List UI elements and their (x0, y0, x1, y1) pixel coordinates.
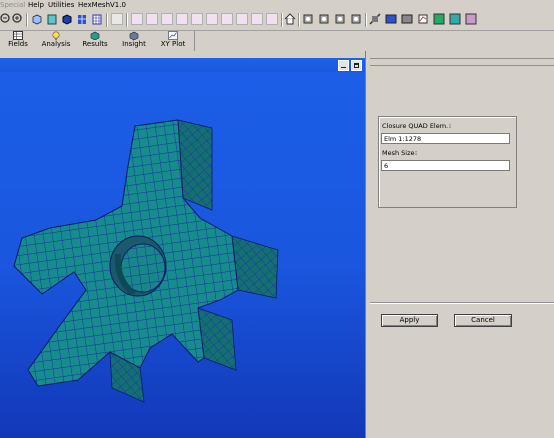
align-left-icon[interactable] (111, 13, 123, 25)
graphics-viewport[interactable] (0, 58, 365, 438)
group-icon[interactable] (206, 13, 218, 25)
minimize-button[interactable] (338, 60, 349, 71)
tab-results-label: Results (82, 40, 108, 48)
toolbar (0, 10, 554, 31)
shaded-cube-icon[interactable] (46, 13, 57, 25)
tab-xy-plot-label: XY Plot (160, 40, 186, 48)
tab-xy-plot[interactable]: XY Plot (157, 31, 189, 51)
menu-hexmesh[interactable]: HexMeshV1.0 (78, 0, 126, 10)
xy-plot-icon (168, 31, 178, 40)
face-icon[interactable] (176, 13, 188, 25)
closure-quad-label: Closure QUAD Elem. (382, 122, 449, 130)
closure-quad-dropdown-icon[interactable]: ⁝ (449, 122, 451, 130)
properties-panel (365, 51, 554, 438)
info-icon[interactable] (433, 13, 445, 25)
module-tabs: Fields Analysis Results Insight XY Plot (0, 31, 554, 51)
plot-icon[interactable] (417, 13, 429, 25)
settings-icon[interactable] (465, 13, 477, 25)
render-icon[interactable] (401, 13, 413, 25)
mesh-size-input[interactable]: 6 (381, 160, 510, 171)
hex-mesh-model[interactable] (0, 58, 365, 438)
select-all-icon[interactable] (251, 13, 263, 25)
wire-cube-icon[interactable] (31, 13, 42, 25)
maximize-button[interactable] (351, 60, 362, 71)
tab-insight-label: Insight (122, 40, 146, 48)
mesh-view-icon[interactable] (91, 13, 102, 25)
tab-analysis-label: Analysis (41, 40, 71, 48)
menu-special[interactable]: Special (0, 0, 25, 10)
apply-button[interactable]: Apply (381, 314, 438, 327)
panel-header-bar (370, 58, 554, 66)
panel-separator (370, 302, 554, 304)
zoom-in-icon[interactable] (12, 12, 23, 26)
front-view-icon[interactable] (385, 13, 397, 25)
table-icon (13, 31, 23, 40)
grid-cube-icon[interactable] (76, 13, 87, 25)
tab-fields-label: Fields (8, 40, 28, 48)
mesh-size-dropdown-icon[interactable]: ⁝ (415, 149, 417, 157)
rotate-z-icon[interactable] (334, 13, 346, 25)
rotate-y-icon[interactable] (318, 13, 330, 25)
element-icon[interactable] (146, 13, 158, 25)
zoom-out-icon[interactable] (0, 12, 11, 26)
volume-icon[interactable] (191, 13, 203, 25)
rotate-x-icon[interactable] (302, 13, 314, 25)
hide-icon[interactable] (369, 13, 381, 25)
menu-help[interactable]: Help (28, 0, 44, 10)
results-cube-icon (90, 31, 100, 40)
home-icon[interactable] (284, 13, 296, 25)
tab-results[interactable]: Results (80, 31, 110, 51)
results-view-icon[interactable] (449, 13, 461, 25)
iso-view-icon[interactable] (350, 13, 362, 25)
solid-cube-icon[interactable] (61, 13, 72, 25)
insight-cube-icon (129, 31, 139, 40)
tab-insight[interactable]: Insight (119, 31, 149, 51)
tabs-divider (194, 31, 195, 51)
node-icon[interactable] (131, 13, 143, 25)
align-right-icon[interactable] (236, 13, 248, 25)
deselect-icon[interactable] (266, 13, 278, 25)
viewport-titlebar (0, 58, 365, 72)
mesh-size-label: Mesh Size (382, 149, 415, 157)
tab-fields[interactable]: Fields (4, 31, 32, 51)
closure-quad-input[interactable]: Elm 1:1278 (381, 133, 510, 144)
label-icon[interactable] (221, 13, 233, 25)
edge-icon[interactable] (161, 13, 173, 25)
bulb-icon (52, 31, 60, 40)
menu-utilities[interactable]: Utilities (48, 0, 74, 10)
tab-analysis[interactable]: Analysis (40, 31, 72, 51)
cancel-button[interactable]: Cancel (454, 314, 512, 327)
menu-bar: Special Help Utilities HexMeshV1.0 (0, 0, 554, 10)
